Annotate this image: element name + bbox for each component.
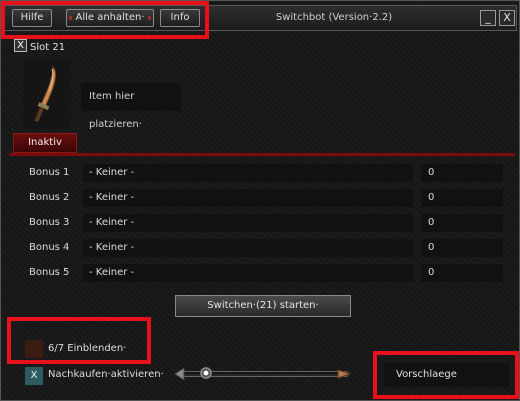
help-button-label: Hilfe xyxy=(20,12,44,23)
item-placeholder-text: Item hier platzieren· xyxy=(89,91,142,130)
bonus-3-value[interactable]: 0 xyxy=(421,214,503,232)
ornament-left-icon xyxy=(69,16,72,20)
bonus-4-select[interactable]: - Keiner - xyxy=(83,239,413,257)
bonus-3-select[interactable]: - Keiner - xyxy=(83,214,413,232)
slider-left-cap-icon xyxy=(174,367,185,381)
start-switch-button[interactable]: Switchen·(21) starten· xyxy=(175,295,351,317)
suggestions-label: Vorschlaege xyxy=(396,369,457,380)
rebuy-label: Nachkaufen·aktivieren· xyxy=(48,369,164,380)
slot-close-button[interactable]: X xyxy=(14,39,27,52)
bonus-4-value[interactable]: 0 xyxy=(421,239,503,257)
slot-status-label: Inaktiv xyxy=(28,137,62,148)
slot-status-tab[interactable]: Inaktiv xyxy=(13,133,77,153)
bonus-5-label: Bonus 5 xyxy=(29,267,70,278)
item-slot[interactable] xyxy=(23,59,71,129)
bonus-1-value[interactable]: 0 xyxy=(421,164,503,182)
bonus-2-select[interactable]: - Keiner - xyxy=(83,189,413,207)
bonus-2-label: Bonus 2 xyxy=(29,192,70,203)
bonus-3-label: Bonus 3 xyxy=(29,217,70,228)
stop-all-button-label: Alle anhalten· xyxy=(75,12,145,23)
section-divider xyxy=(9,153,515,156)
bonus-1-label: Bonus 1 xyxy=(29,167,70,178)
stop-all-button[interactable]: Alle anhalten· xyxy=(66,9,154,27)
sword-icon xyxy=(34,65,56,123)
rebuy-checkbox[interactable]: X xyxy=(25,367,43,385)
title-bar: Hilfe Alle anhalten· Info Switchbot (Ver… xyxy=(3,5,517,31)
switchbot-window: Hilfe Alle anhalten· Info Switchbot (Ver… xyxy=(0,0,520,401)
show-67-label: 6/7 Einblenden· xyxy=(48,343,127,354)
show-67-checkbox[interactable] xyxy=(25,340,43,358)
bonus-4-label: Bonus 4 xyxy=(29,242,70,253)
bonus-1-select[interactable]: - Keiner - xyxy=(83,164,413,182)
close-button[interactable]: X xyxy=(499,10,515,26)
slot-label: Slot 21 xyxy=(30,42,66,53)
speed-slider-handle[interactable] xyxy=(200,367,212,379)
info-button[interactable]: Info xyxy=(160,9,200,27)
minimize-button[interactable]: _ xyxy=(480,10,496,26)
bonus-5-select[interactable]: - Keiner - xyxy=(83,264,413,282)
window-title: Switchbot (Version·2.2) xyxy=(275,12,393,23)
suggestions-button[interactable]: Vorschlaege xyxy=(384,363,509,387)
ornament-right-icon xyxy=(148,16,151,20)
bonus-2-value[interactable]: 0 xyxy=(421,189,503,207)
help-button[interactable]: Hilfe xyxy=(12,9,52,27)
item-drop-area[interactable]: Item hier platzieren· xyxy=(81,83,181,130)
info-button-label: Info xyxy=(170,12,190,23)
slider-right-cap-icon xyxy=(337,369,351,379)
start-switch-label: Switchen·(21) starten· xyxy=(207,300,319,311)
bonus-5-value[interactable]: 0 xyxy=(421,264,503,282)
